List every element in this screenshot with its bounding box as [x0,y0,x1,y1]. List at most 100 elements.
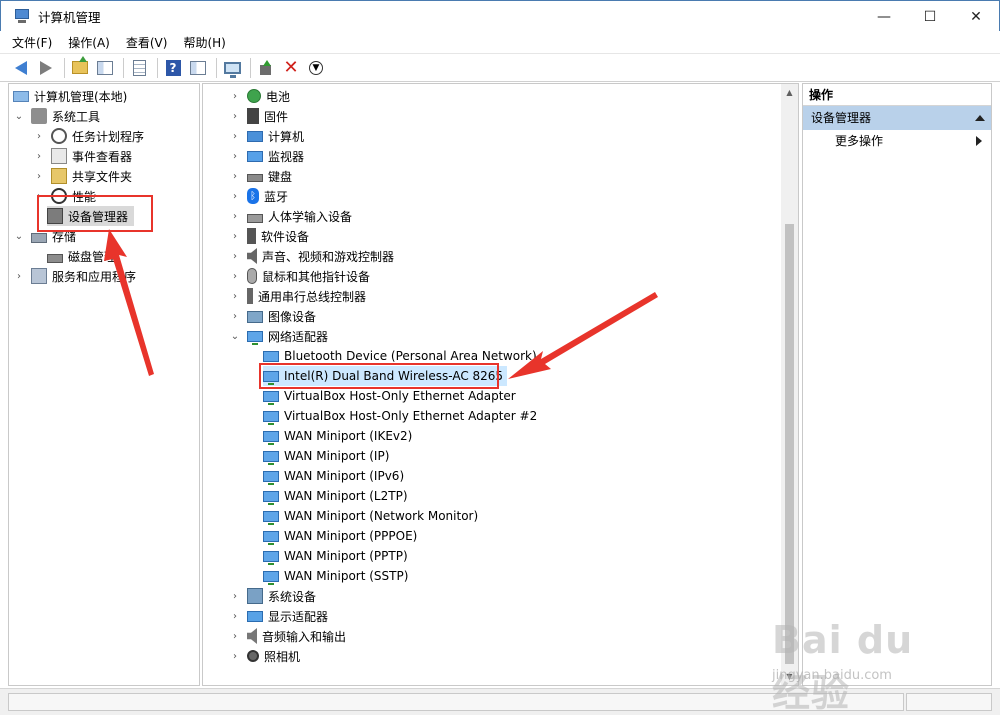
chevron-right-icon[interactable]: › [229,130,241,142]
device-category[interactable]: › 软件设备 [229,226,309,246]
actions-header: 操作 [803,84,991,106]
chevron-right-icon[interactable]: › [229,650,241,662]
scroll-down-icon[interactable]: ▼ [781,668,798,685]
show-tree-button[interactable] [94,57,116,79]
scan-hardware-button[interactable] [221,57,243,79]
device-category[interactable]: › 图像设备 [229,306,316,326]
collapse-up-icon[interactable] [975,115,985,121]
network-device[interactable]: WAN Miniport (IKEv2) [263,426,412,446]
network-device[interactable]: WAN Miniport (PPPOE) [263,526,417,546]
device-category[interactable]: › 监视器 [229,146,304,166]
chevron-down-icon[interactable]: ⌄ [13,230,25,242]
chevron-right-icon[interactable]: › [229,290,241,302]
device-category[interactable]: › 音频输入和输出 [229,626,346,646]
tree-shared-folders[interactable]: › 共享文件夹 [33,166,132,186]
network-adapter-icon [263,471,279,485]
network-device[interactable]: VirtualBox Host-Only Ethernet Adapter [263,386,516,406]
chevron-right-icon[interactable]: › [229,250,241,262]
close-button[interactable]: ✕ [953,1,999,32]
help-button[interactable]: ? [162,57,184,79]
update-driver-button[interactable] [255,57,277,79]
device-label: VirtualBox Host-Only Ethernet Adapter [284,389,516,403]
chevron-right-icon[interactable]: › [229,190,241,202]
disable-arrow-icon: ▼ [309,60,323,75]
network-adapter-icon [263,351,279,365]
network-device[interactable]: WAN Miniport (L2TP) [263,486,408,506]
maximize-button[interactable]: ☐ [907,1,953,32]
export-list-button[interactable] [128,57,150,79]
chevron-right-icon[interactable]: › [229,630,241,642]
device-category[interactable]: › 键盘 [229,166,292,186]
network-device[interactable]: WAN Miniport (SSTP) [263,566,408,586]
back-arrow-icon [15,60,27,75]
menu-view[interactable]: 查看(V) [126,34,168,51]
up-folder-icon [72,56,88,74]
category-label: 显示适配器 [268,609,329,624]
scrollbar-thumb[interactable] [785,224,794,664]
shared-folder-icon [51,168,67,184]
chevron-right-icon[interactable]: › [229,110,241,122]
minimize-button[interactable]: — [861,1,907,32]
disk-icon [47,253,63,263]
chevron-right-icon[interactable]: › [13,270,25,282]
tree-task-scheduler[interactable]: › 任务计划程序 [33,126,144,146]
forward-button[interactable] [35,57,57,79]
device-label: VirtualBox Host-Only Ethernet Adapter #2 [284,409,538,423]
network-device[interactable]: WAN Miniport (PPTP) [263,546,408,566]
network-device[interactable]: WAN Miniport (IP) [263,446,389,466]
up-folder-button[interactable] [69,56,91,79]
chevron-right-icon[interactable]: › [229,230,241,242]
tree-root[interactable]: 计算机管理(本地) [13,86,127,106]
device-label: WAN Miniport (PPPOE) [284,529,418,543]
disable-device-button[interactable]: ▼ [305,57,327,79]
status-bar [0,688,1000,715]
device-category[interactable]: › 电池 [229,86,290,106]
device-category-network-adapters[interactable]: ⌄ 网络适配器 [229,326,328,346]
menu-action[interactable]: 操作(A) [68,34,110,51]
device-category[interactable]: › 显示适配器 [229,606,328,626]
chevron-right-icon[interactable]: › [229,270,241,282]
device-category[interactable]: › 系统设备 [229,586,316,606]
network-device[interactable]: WAN Miniport (Network Monitor) [263,506,478,526]
device-category[interactable]: › 声音、视频和游戏控制器 [229,246,394,266]
device-category[interactable]: › ᛒ 蓝牙 [229,186,288,206]
chevron-down-icon[interactable]: ⌄ [13,110,25,122]
category-label: 固件 [264,109,289,124]
back-button[interactable] [10,57,32,79]
network-device[interactable]: WAN Miniport (IPv6) [263,466,404,486]
device-category[interactable]: › 固件 [229,106,288,126]
chevron-right-icon[interactable]: › [229,150,241,162]
chevron-right-icon[interactable]: › [229,90,241,102]
network-device[interactable]: VirtualBox Host-Only Ethernet Adapter #2 [263,406,537,426]
menu-file[interactable]: 文件(F) [12,34,52,51]
device-category[interactable]: › 照相机 [229,646,300,666]
chevron-right-icon[interactable]: › [229,170,241,182]
scroll-up-icon[interactable]: ▲ [781,84,798,101]
device-category[interactable]: › 鼠标和其他指针设备 [229,266,370,286]
actions-pane: 操作 设备管理器 更多操作 [802,83,992,686]
toolbar-separator [123,57,124,78]
section-label: 设备管理器 [811,111,872,125]
chevron-right-icon[interactable]: › [229,610,241,622]
chevron-right-icon[interactable]: › [229,310,241,322]
vertical-scrollbar[interactable]: ▲ ▼ [781,84,798,685]
action-pane-button[interactable] [187,57,209,79]
chevron-right-icon[interactable]: › [229,210,241,222]
menu-help[interactable]: 帮助(H) [183,34,225,51]
services-icon [31,268,47,284]
tree-event-viewer[interactable]: › 事件查看器 [33,146,132,166]
device-category[interactable]: › 计算机 [229,126,304,146]
device-category[interactable]: › 人体学输入设备 [229,206,352,226]
chevron-down-icon[interactable]: ⌄ [229,330,241,342]
device-category[interactable]: › 通用串行总线控制器 [229,286,366,306]
tree-system-tools[interactable]: ⌄ 系统工具 [13,106,100,126]
system-device-icon [247,588,263,604]
more-actions-item[interactable]: 更多操作 [803,130,991,152]
chevron-right-icon[interactable]: › [33,150,45,162]
chevron-right-icon[interactable]: › [33,170,45,182]
actions-section-device-manager[interactable]: 设备管理器 [803,106,991,130]
uninstall-device-button[interactable]: ✕ [280,57,302,79]
chevron-right-icon[interactable]: › [33,130,45,142]
chevron-right-icon[interactable]: › [229,590,241,602]
network-adapter-icon [263,411,279,425]
